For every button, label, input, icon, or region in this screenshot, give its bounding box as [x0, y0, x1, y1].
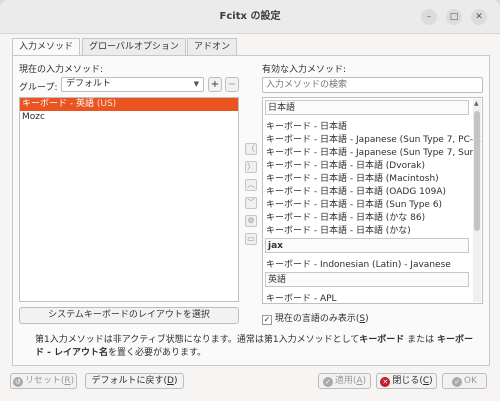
mnemonic-close: ) [173, 376, 178, 386]
maximize-button[interactable]: □ [446, 9, 462, 25]
mnemonic-close: ) [429, 376, 433, 386]
note-bold: キーボー [437, 335, 474, 345]
note-text: 第1入力メソッドは非アクティブ状態になります。通常は第1入力メソッドとして [35, 335, 360, 345]
input-method-panel: 現在の入力メソッド: グループ: デフォルト ▼ + − キーボード - 英語 … [12, 55, 490, 366]
group-select-value: デフォルト [66, 79, 112, 89]
note-text: を置く必要があります。 [108, 348, 207, 358]
defaults-label: デフォルトに戻す( [91, 376, 168, 386]
tab-global-options[interactable]: グローバルオプション [82, 38, 186, 56]
available-im-list: 日本語 キーボード - 日本語 キーボード - 日本語 - Japanese (… [262, 97, 483, 304]
close-window-button[interactable]: ✕ [471, 9, 487, 25]
im-suffix: (US) [93, 99, 117, 109]
list-item[interactable]: キーボード - Indonesian (Latin) - Javanese [263, 257, 451, 270]
list-item[interactable]: キーボード - 日本語 - 日本語 (Dvorak) [263, 158, 425, 171]
list-item[interactable]: キーボード - 英語 (US) [20, 98, 238, 111]
note-line-2: ド - レイアウト名を置く必要があります。 [35, 347, 485, 360]
list-item[interactable]: キーボード - 日本語 - 日本語 (OADG 109A) [263, 184, 446, 197]
group-header-japanese: 日本語 [265, 100, 469, 115]
current-im-list: キーボード - 英語 (US) Mozc [19, 97, 239, 302]
mnemonic-close: ) [362, 376, 367, 386]
list-item[interactable]: キーボード - 日本語 - 日本語 (Macintosh) [263, 171, 439, 184]
list-item[interactable]: キーボード - 日本語 - 日本語 (かな 86) [263, 210, 425, 223]
keyboard-layout-icon[interactable]: ▭ [245, 233, 257, 245]
list-item[interactable]: キーボード - 日本語 - 日本語 (Sun Type 6) [263, 197, 442, 210]
restore-defaults-button[interactable]: デフォルトに戻す(D) [85, 373, 184, 389]
remove-group-button[interactable]: − [225, 77, 239, 92]
group-header-jax: jax [265, 238, 469, 253]
list-item[interactable]: キーボード - 日本語 - 日本語 (かな) [263, 223, 411, 236]
move-right-button[interactable]: 〉 [245, 161, 257, 173]
reset-icon: ↺ [12, 377, 23, 387]
mnemonic-key: D [167, 376, 174, 386]
move-up-button[interactable]: ︿ [245, 179, 257, 191]
apply-button[interactable]: ✓ 適用(A) [318, 373, 371, 389]
ok-check-icon: ✓ [452, 377, 462, 387]
group-header-english: 英語 [265, 272, 469, 287]
fcitx-settings-window: Fcitx の設定 – □ ✕ 入力メソッド グローバルオプション アドオン 現… [0, 0, 500, 401]
reset-label: リセット( [24, 376, 65, 386]
im-search-input[interactable] [262, 77, 483, 93]
group-select[interactable]: デフォルト ▼ [61, 77, 204, 92]
minimize-button[interactable]: – [421, 9, 437, 25]
apply-check-icon: ✓ [322, 377, 333, 387]
tab-addons[interactable]: アドオン [187, 38, 238, 56]
list-item[interactable]: キーボード - APL [263, 291, 337, 303]
ok-button[interactable]: ✓ OK [442, 373, 487, 389]
title-bar: Fcitx の設定 – □ ✕ [0, 0, 500, 34]
checkmark-icon: ✓ [262, 315, 272, 325]
close-icon: ✕ [380, 377, 391, 387]
move-left-button[interactable]: 〈 [245, 143, 257, 155]
note-bold: ド - レイアウト名 [35, 348, 109, 358]
only-current-language-checkbox[interactable]: ✓ 現在の言語のみ表示(S) [262, 311, 369, 325]
scrollbar[interactable]: ▲ [473, 99, 481, 302]
list-item[interactable]: キーボード - 日本語 - Japanese (Sun Type 7, PC-c… [263, 132, 482, 145]
available-im-label: 有効な入力メソッド: [262, 65, 347, 75]
note-bold: キーボード [359, 335, 405, 345]
list-item[interactable]: キーボード - 日本語 - Japanese (Sun Type 7, Sun-… [263, 145, 482, 158]
only-current-language-label: 現在の言語のみ表示( [274, 314, 360, 324]
mnemonic-close: ) [365, 314, 369, 324]
list-item[interactable]: キーボード - 日本語 [263, 119, 347, 132]
current-im-label: 現在の入力メソッド: [19, 65, 104, 75]
close-label: 閉じる( [392, 376, 423, 386]
add-group-button[interactable]: + [208, 77, 222, 92]
move-down-button[interactable]: ﹀ [245, 197, 257, 209]
reset-button[interactable]: ↺ リセット(R) [10, 373, 77, 389]
note-line-1: 第1入力メソッドは非アクティブ状態になります。通常は第1入力メソッドとしてキーボ… [35, 334, 485, 347]
select-system-layout-button[interactable]: システムキーボードのレイアウトを選択 [19, 307, 239, 324]
note-text: または [404, 335, 438, 345]
list-item[interactable]: Mozc [20, 111, 45, 124]
im-name: キーボード - 英語 [22, 99, 94, 109]
scrollbar-thumb[interactable] [474, 111, 480, 231]
apply-label: 適用( [334, 376, 357, 386]
mnemonic-close: ) [70, 376, 75, 386]
info-note: 第1入力メソッドは非アクティブ状態になります。通常は第1入力メソッドとしてキーボ… [35, 334, 485, 360]
scroll-up-icon[interactable]: ▲ [474, 100, 480, 108]
group-label: グループ: [19, 83, 58, 93]
ok-label: OK [464, 376, 477, 386]
configure-gear-icon[interactable]: ⚙ [245, 215, 257, 227]
close-button[interactable]: ✕ 閉じる(C) [376, 373, 437, 389]
chevron-down-icon: ▼ [193, 80, 199, 88]
